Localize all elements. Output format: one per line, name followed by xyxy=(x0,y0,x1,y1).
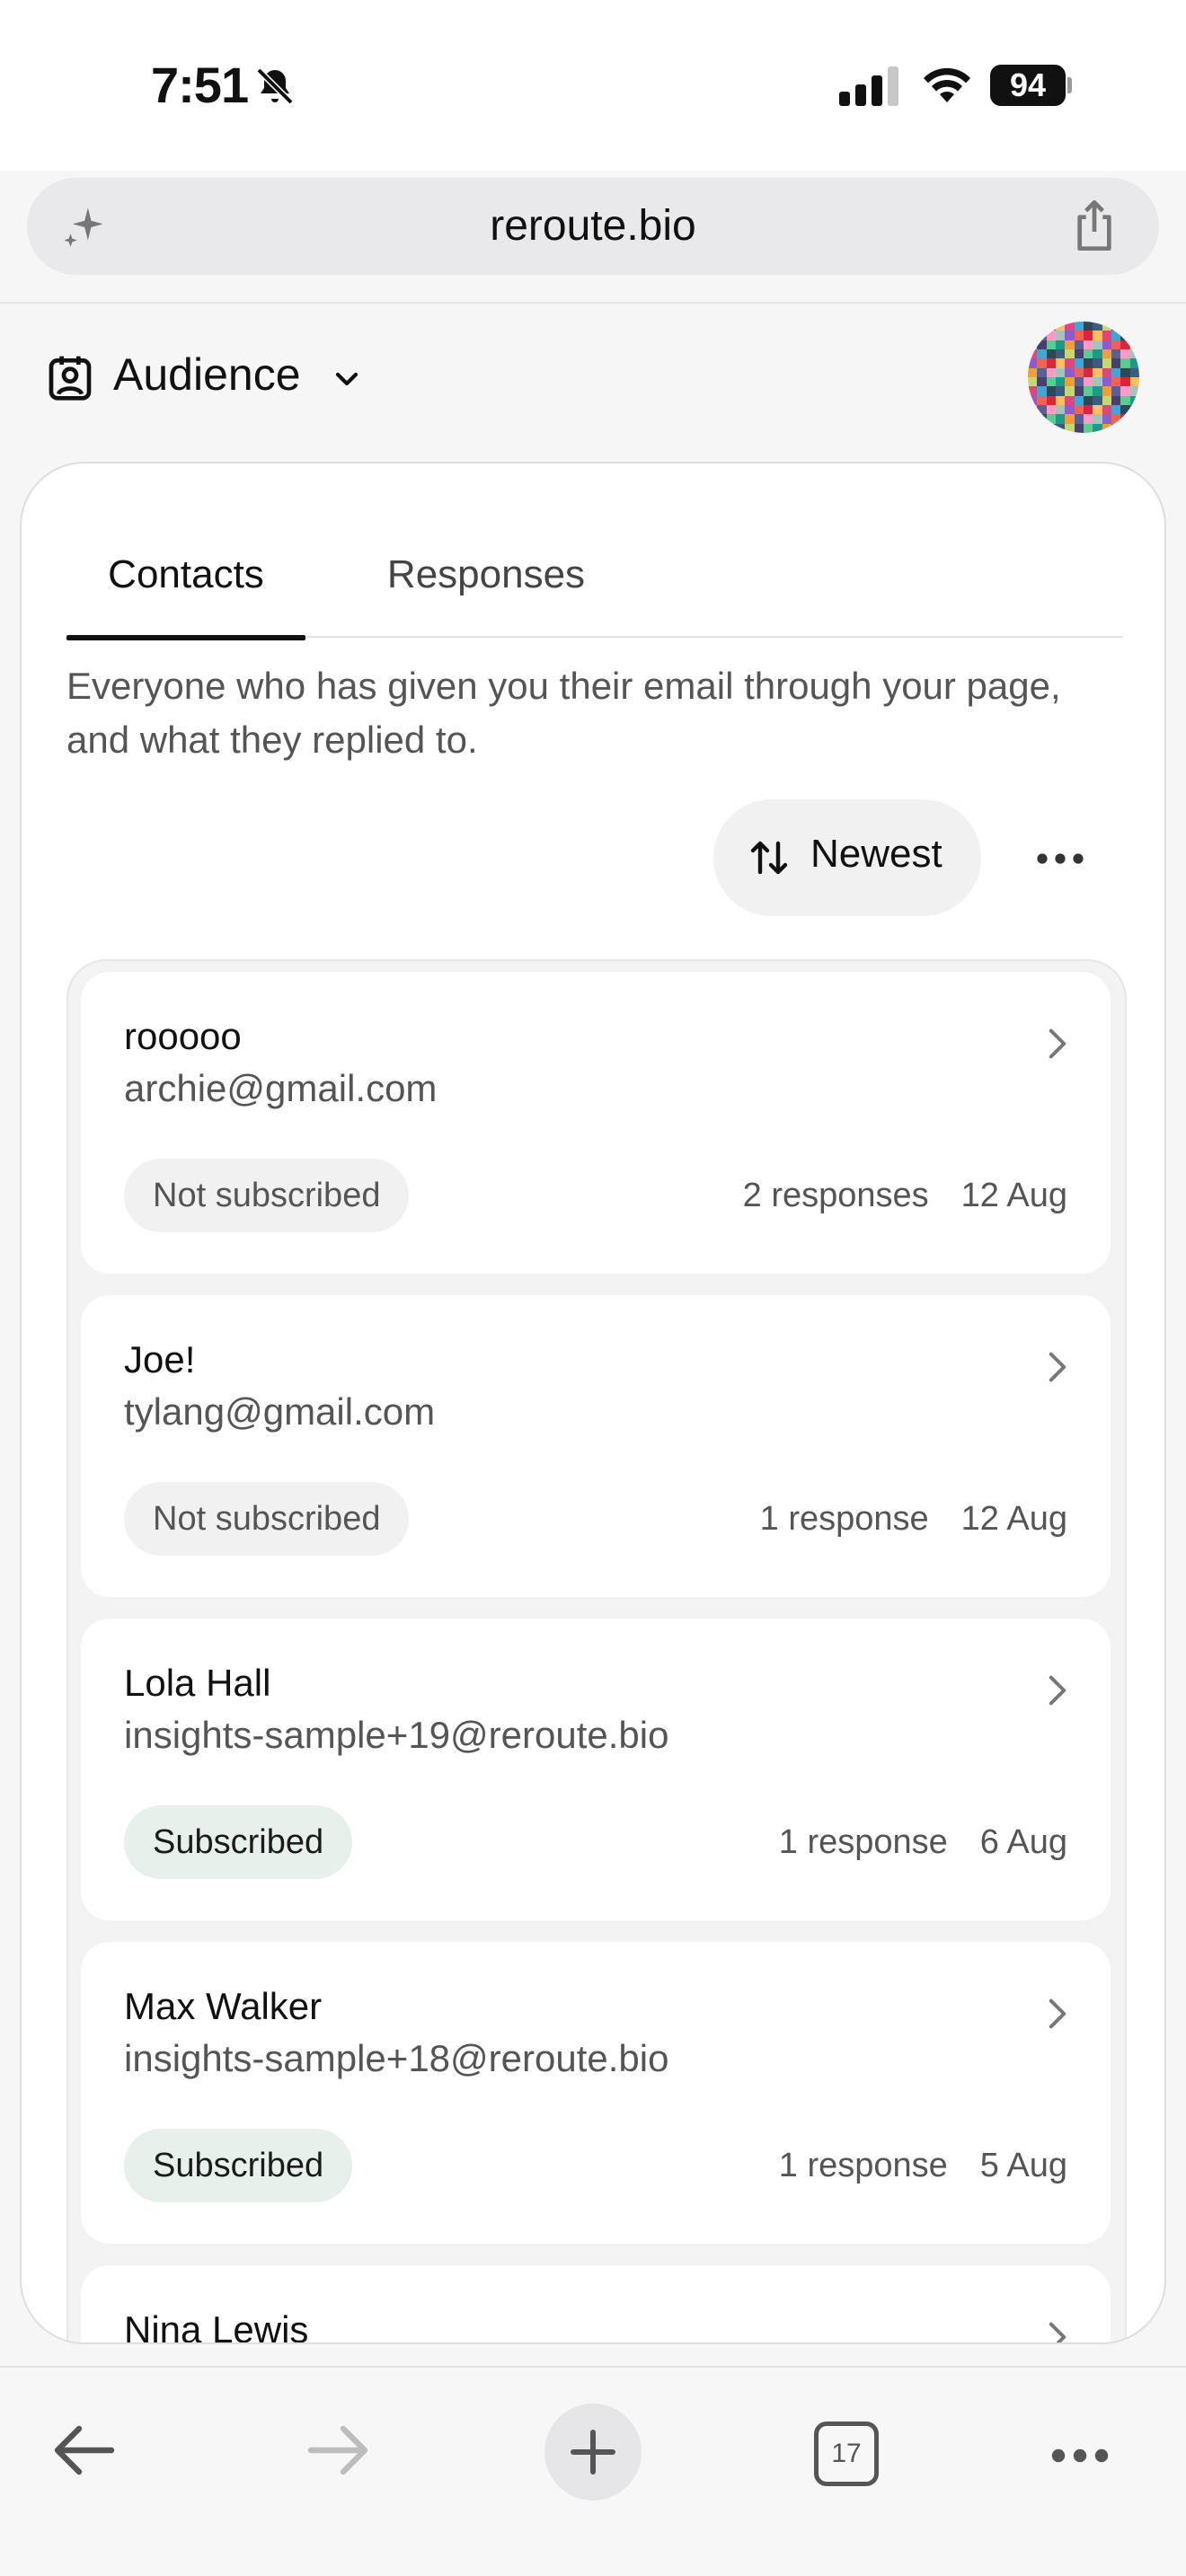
contact-email: insights-sample+19@reroute.bio xyxy=(124,1714,669,1756)
contact-meta: 1 response 6 Aug xyxy=(779,1823,1067,1862)
sort-button[interactable]: Newest xyxy=(713,799,981,916)
wifi-icon xyxy=(924,67,970,102)
chevron-right-icon xyxy=(1049,2322,1067,2342)
battery-tip xyxy=(1067,77,1072,93)
contact-name: Nina Lewis xyxy=(124,2308,309,2344)
contact-row[interactable]: Joe! tylang@gmail.com Not subscribed 1 r… xyxy=(81,1295,1111,1597)
toolbar-divider xyxy=(0,302,1186,304)
contact-meta: 2 responses 12 Aug xyxy=(743,1177,1067,1215)
contact-email: tylang@gmail.com xyxy=(124,1390,436,1433)
chevron-right-icon xyxy=(1049,1998,1067,2029)
status-badge: Not subscribed xyxy=(124,1159,410,1232)
contact-email: insights-sample+18@reroute.bio xyxy=(124,2037,669,2079)
share-icon[interactable] xyxy=(1069,198,1120,253)
chevron-right-icon xyxy=(1049,1352,1067,1382)
contact-date: 12 Aug xyxy=(960,1500,1067,1538)
tab-bar: Contacts Responses xyxy=(66,535,1123,640)
contact-list: rooooo archie@gmail.com Not subscribed 2… xyxy=(66,959,1127,2344)
response-count: 1 response xyxy=(778,1823,948,1861)
status-badge: Not subscribed xyxy=(124,1482,410,1556)
url-text[interactable]: reroute.bio xyxy=(27,201,1159,251)
battery-indicator: 94 xyxy=(990,65,1072,106)
url-bar[interactable]: reroute.bio xyxy=(27,178,1159,275)
status-bar: 7:51 94 reroute.bio xyxy=(0,0,1186,275)
intro-text: Everyone who has given you their email t… xyxy=(66,665,1061,761)
response-count: 1 response xyxy=(778,2147,948,2184)
status-badge: Subscribed xyxy=(124,2129,353,2202)
contact-meta: 1 response 12 Aug xyxy=(760,1500,1067,1539)
plus-icon xyxy=(571,2430,615,2475)
contact-row[interactable]: Lola Hall insights-sample+19@reroute.bio… xyxy=(81,1619,1111,1920)
contact-card-icon[interactable] xyxy=(45,352,95,402)
new-tab-button[interactable] xyxy=(544,2404,642,2501)
contact-name: Lola Hall xyxy=(124,1662,271,1704)
signal-icon xyxy=(839,66,898,106)
forward-arrow-icon[interactable] xyxy=(305,2423,370,2477)
contact-meta: 1 response 5 Aug xyxy=(779,2147,1067,2185)
chevron-right-icon xyxy=(1049,1028,1067,1059)
sort-arrows-icon xyxy=(750,841,788,875)
response-count: 2 responses xyxy=(742,1177,929,1214)
page-title[interactable]: Audience xyxy=(113,348,301,401)
more-icon[interactable] xyxy=(1033,841,1087,877)
contact-date: 12 Aug xyxy=(960,1177,1067,1214)
browser-toolbar: 17 xyxy=(0,2366,1186,2576)
contact-row[interactable]: Max Walker insights-sample+18@reroute.bi… xyxy=(81,1942,1111,2244)
contact-date: 5 Aug xyxy=(979,2147,1067,2184)
contact-email: archie@gmail.com xyxy=(124,1067,438,1109)
bell-slash-icon xyxy=(256,67,294,105)
contact-name: Joe! xyxy=(124,1338,196,1381)
audience-card: Contacts Responses Everyone who has give… xyxy=(20,462,1166,2344)
response-count: 1 response xyxy=(759,1500,929,1538)
back-arrow-icon[interactable] xyxy=(52,2423,117,2477)
more-icon[interactable] xyxy=(1048,2438,1112,2474)
tab-contacts[interactable]: Contacts xyxy=(66,535,305,640)
tab-responses[interactable]: Responses xyxy=(356,535,616,638)
contact-row[interactable]: rooooo archie@gmail.com Not subscribed 2… xyxy=(81,972,1111,1274)
contact-row[interactable]: Nina Lewis xyxy=(81,2265,1111,2344)
status-time: 7:51 xyxy=(151,57,249,113)
tabs-icon[interactable]: 17 xyxy=(814,2422,879,2486)
sort-label: Newest xyxy=(810,832,943,876)
contact-date: 6 Aug xyxy=(979,1823,1067,1861)
contact-name: Max Walker xyxy=(124,1985,323,2027)
avatar[interactable] xyxy=(1028,322,1139,433)
status-badge: Subscribed xyxy=(124,1805,353,1879)
battery-level: 94 xyxy=(990,65,1066,106)
chevron-right-icon xyxy=(1049,1675,1067,1706)
contact-name: rooooo xyxy=(124,1015,242,1057)
chevron-down-icon[interactable] xyxy=(329,361,365,397)
